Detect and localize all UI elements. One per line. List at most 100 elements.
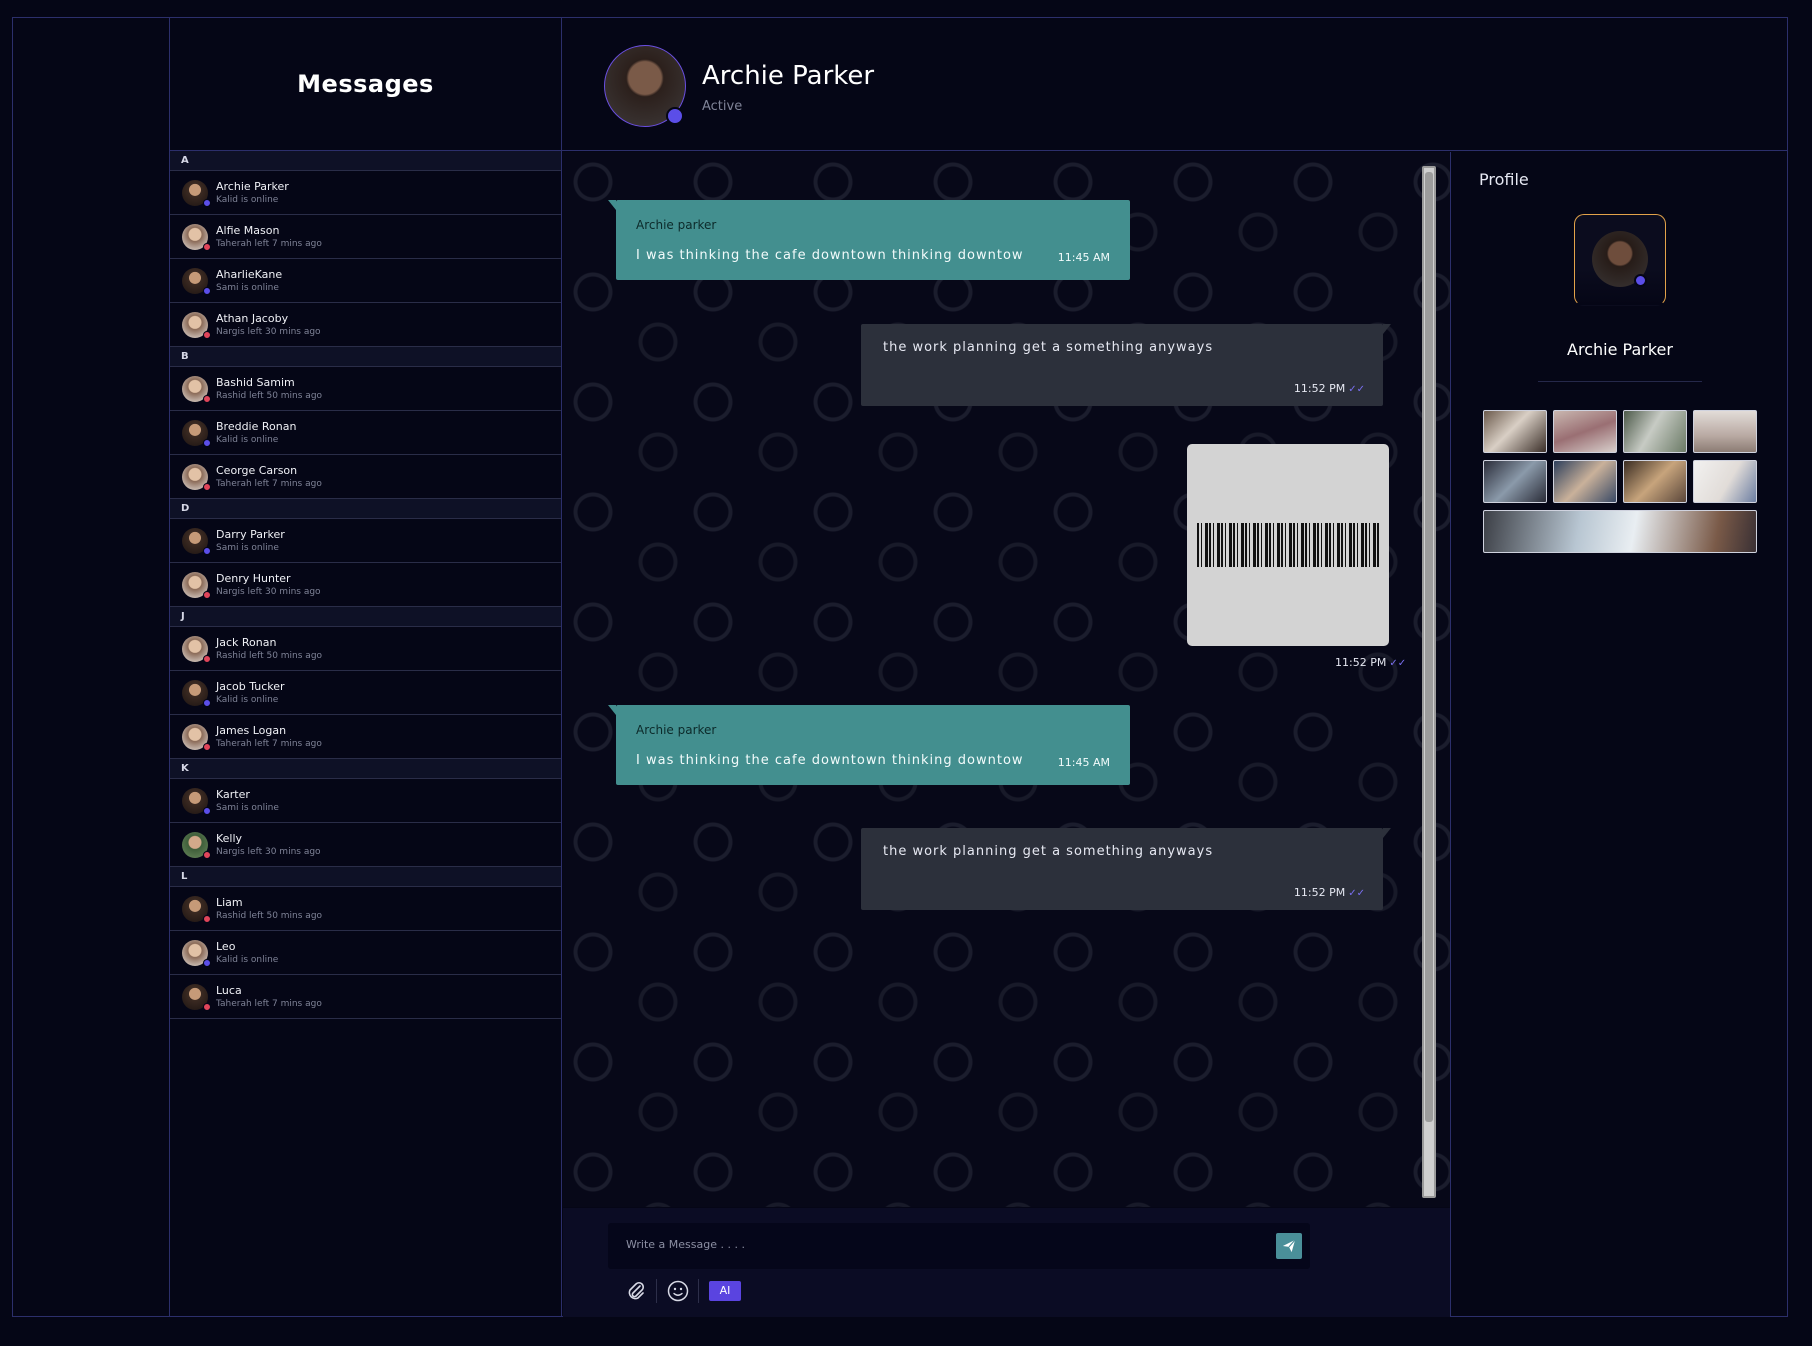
contact-list-item[interactable]: Luca Taherah left 7 mins ago: [170, 975, 561, 1019]
ai-button[interactable]: AI: [709, 1281, 741, 1301]
contact-list-item[interactable]: Leo Kalid is online: [170, 931, 561, 975]
send-icon: [1282, 1239, 1296, 1253]
contact-list-item[interactable]: Jacob Tucker Kalid is online: [170, 671, 561, 715]
offline-status-dot: [203, 654, 211, 663]
contact-list-item[interactable]: Denry Hunter Nargis left 30 mins ago: [170, 563, 561, 607]
offline-status-dot: [203, 914, 211, 923]
contact-info: Archie Parker Kalid is online: [216, 180, 289, 206]
media-thumbnail[interactable]: [1623, 410, 1687, 453]
contact-info: Jacob Tucker Kalid is online: [216, 680, 285, 706]
contact-name: AharlieKane: [216, 267, 283, 281]
media-thumbnail[interactable]: [1483, 460, 1547, 503]
message-time-row: 11:52 PM ✓✓: [1335, 656, 1406, 669]
emoji-button[interactable]: [666, 1279, 690, 1303]
media-thumbnail[interactable]: [1553, 460, 1617, 503]
message-time: 11:52 PM: [1293, 886, 1346, 899]
contact-info: James Logan Taherah left 7 mins ago: [216, 724, 322, 750]
contact-info: Liam Rashid left 50 mins ago: [216, 896, 322, 922]
avatar: [182, 635, 211, 663]
message-incoming: Archie parker I was thinking the cafe do…: [608, 705, 1130, 785]
message-outgoing: the work planning get a something anyway…: [861, 828, 1391, 910]
send-button[interactable]: [1276, 1233, 1302, 1259]
contact-name: Liam: [216, 895, 243, 909]
media-thumbnail[interactable]: [1553, 410, 1617, 453]
contact-info: Kelly Nargis left 30 mins ago: [216, 832, 321, 858]
contact-info: Denry Hunter Nargis left 30 mins ago: [216, 572, 321, 598]
offline-status-dot: [203, 590, 211, 599]
contact-name: Athan Jacoby: [216, 311, 289, 325]
contact-list-item[interactable]: Jack Ronan Rashid left 50 mins ago: [170, 627, 561, 671]
media-thumbnail[interactable]: [1623, 460, 1687, 503]
contact-name: Archie Parker: [216, 179, 289, 193]
avatar: [182, 419, 211, 447]
read-receipt-icon: ✓✓: [1348, 384, 1365, 395]
attach-button[interactable]: [624, 1279, 648, 1303]
contact-info: Luca Taherah left 7 mins ago: [216, 984, 322, 1010]
contacts-panel: Messages A Archie Parker Kalid is online Al…: [170, 17, 562, 1317]
contact-list-item[interactable]: Liam Rashid left 50 mins ago: [170, 887, 561, 931]
contact-list-item[interactable]: AharlieKane Sami is online: [170, 259, 561, 303]
contacts-title: Messages: [297, 69, 434, 98]
left-rail: [12, 17, 170, 1317]
toolbar-divider: [698, 1279, 699, 1303]
offline-status-dot: [203, 330, 211, 339]
contact-group-header: J: [170, 607, 561, 627]
media-thumbnail-wide[interactable]: [1483, 510, 1757, 553]
message-outgoing: the work planning get a something anyway…: [861, 324, 1391, 406]
online-status-dot: [666, 107, 684, 125]
profile-divider: [1538, 381, 1702, 382]
offline-status-dot: [203, 1002, 211, 1011]
media-thumbnail[interactable]: [1693, 460, 1757, 503]
chat-scrollbar[interactable]: [1422, 166, 1436, 1198]
message-text: the work planning get a something anyway…: [883, 844, 1214, 859]
contact-status: Taherah left 7 mins ago: [216, 738, 322, 749]
contact-list-item[interactable]: Breddie Ronan Kalid is online: [170, 411, 561, 455]
chat-messages-area[interactable]: [563, 152, 1450, 1207]
message-text: I was thinking the cafe downtown thinkin…: [636, 248, 1024, 263]
contact-list-item[interactable]: Darry Parker Sami is online: [170, 519, 561, 563]
contact-name: Jack Ronan: [216, 635, 277, 649]
message-time: 11:52 PM: [1293, 382, 1346, 395]
contact-list-item[interactable]: Karter Sami is online: [170, 779, 561, 823]
contact-status: Kalid is online: [216, 954, 279, 965]
avatar: [182, 311, 211, 339]
contact-list-item[interactable]: Athan Jacoby Nargis left 30 mins ago: [170, 303, 561, 347]
contact-info: Alfie Mason Taherah left 7 mins ago: [216, 224, 322, 250]
message-time: 11:45 AM: [1057, 251, 1110, 264]
contact-status: Nargis left 30 mins ago: [216, 586, 321, 597]
contact-status: Sami is online: [216, 802, 279, 813]
paperclip-icon: [628, 1281, 645, 1300]
media-thumbnail[interactable]: [1693, 410, 1757, 453]
contact-list-item[interactable]: Kelly Nargis left 30 mins ago: [170, 823, 561, 867]
online-status-dot: [203, 198, 211, 207]
contact-name: James Logan: [216, 723, 287, 737]
contact-list-item[interactable]: Ceorge Carson Taherah left 7 mins ago: [170, 455, 561, 499]
message-input[interactable]: Write a Message . . . .: [608, 1223, 1310, 1269]
contact-list-item[interactable]: Bashid Samim Rashid left 50 mins ago: [170, 367, 561, 411]
online-status-dot: [203, 958, 211, 967]
contact-info: Karter Sami is online: [216, 788, 279, 814]
contact-info: Breddie Ronan Kalid is online: [216, 420, 296, 446]
media-thumbnail[interactable]: [1483, 410, 1547, 453]
message-input-placeholder: Write a Message . . . .: [626, 1238, 745, 1251]
contact-list-item[interactable]: Alfie Mason Taherah left 7 mins ago: [170, 215, 561, 259]
scrollbar-thumb[interactable]: [1425, 172, 1433, 1122]
offline-status-dot: [203, 242, 211, 251]
message-time: 11:52 PM: [1335, 656, 1387, 669]
contact-list-item[interactable]: Archie Parker Kalid is online: [170, 171, 561, 215]
message-time-row: 11:52 PM ✓✓: [1294, 886, 1365, 899]
toolbar-divider: [656, 1279, 657, 1303]
message-image[interactable]: [1187, 444, 1389, 646]
message-incoming: Archie parker I was thinking the cafe do…: [608, 200, 1130, 280]
contact-info: Leo Kalid is online: [216, 940, 278, 966]
avatar: [182, 983, 211, 1011]
contact-list-item[interactable]: James Logan Taherah left 7 mins ago: [170, 715, 561, 759]
contact-group-header: L: [170, 867, 561, 887]
read-receipt-icon: ✓✓: [1348, 888, 1365, 899]
profile-name: Archie Parker: [1567, 340, 1673, 359]
message-time: 11:45 AM: [1057, 756, 1110, 769]
message-sender: Archie parker: [636, 218, 717, 232]
avatar: [182, 939, 211, 967]
message-text: the work planning get a something anyway…: [883, 340, 1214, 355]
contact-name: Leo: [216, 939, 236, 953]
